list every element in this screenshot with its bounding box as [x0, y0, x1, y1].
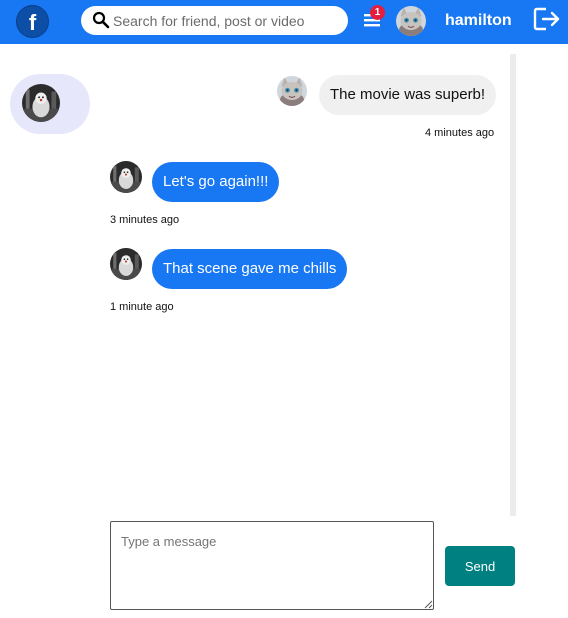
- message-bubble-own: The movie was superb!: [319, 75, 497, 115]
- facebook-logo-icon[interactable]: f: [16, 5, 49, 38]
- message-timestamp: 1 minute ago: [110, 301, 174, 313]
- chat-scrollbar[interactable]: [510, 54, 516, 516]
- notification-count-badge: 1: [370, 5, 385, 20]
- message-bubble-friend: That scene gave me chills: [152, 249, 348, 289]
- message-input[interactable]: [110, 521, 434, 610]
- message-bubble-friend: Let's go again!!!: [152, 162, 280, 202]
- friend-message-avatar: [110, 161, 142, 193]
- conversation-avatar: [22, 84, 60, 122]
- search-input[interactable]: [113, 10, 338, 31]
- message-timestamp: 3 minutes ago: [110, 214, 180, 226]
- search-bar: [81, 6, 348, 35]
- send-button[interactable]: Send: [445, 546, 515, 586]
- own-message-avatar: [277, 76, 307, 106]
- username-label[interactable]: hamilton: [445, 12, 512, 30]
- logo-letter: f: [28, 10, 37, 35]
- top-navigation-bar: f 1 hamilton: [0, 0, 568, 44]
- friend-message-avatar: [110, 248, 142, 280]
- conversation-item-active[interactable]: [10, 74, 90, 134]
- search-icon: [92, 11, 110, 29]
- resize-handle-icon[interactable]: [423, 599, 433, 609]
- user-avatar[interactable]: [396, 6, 426, 36]
- logout-icon[interactable]: [533, 6, 561, 32]
- message-timestamp: 4 minutes ago: [425, 127, 495, 139]
